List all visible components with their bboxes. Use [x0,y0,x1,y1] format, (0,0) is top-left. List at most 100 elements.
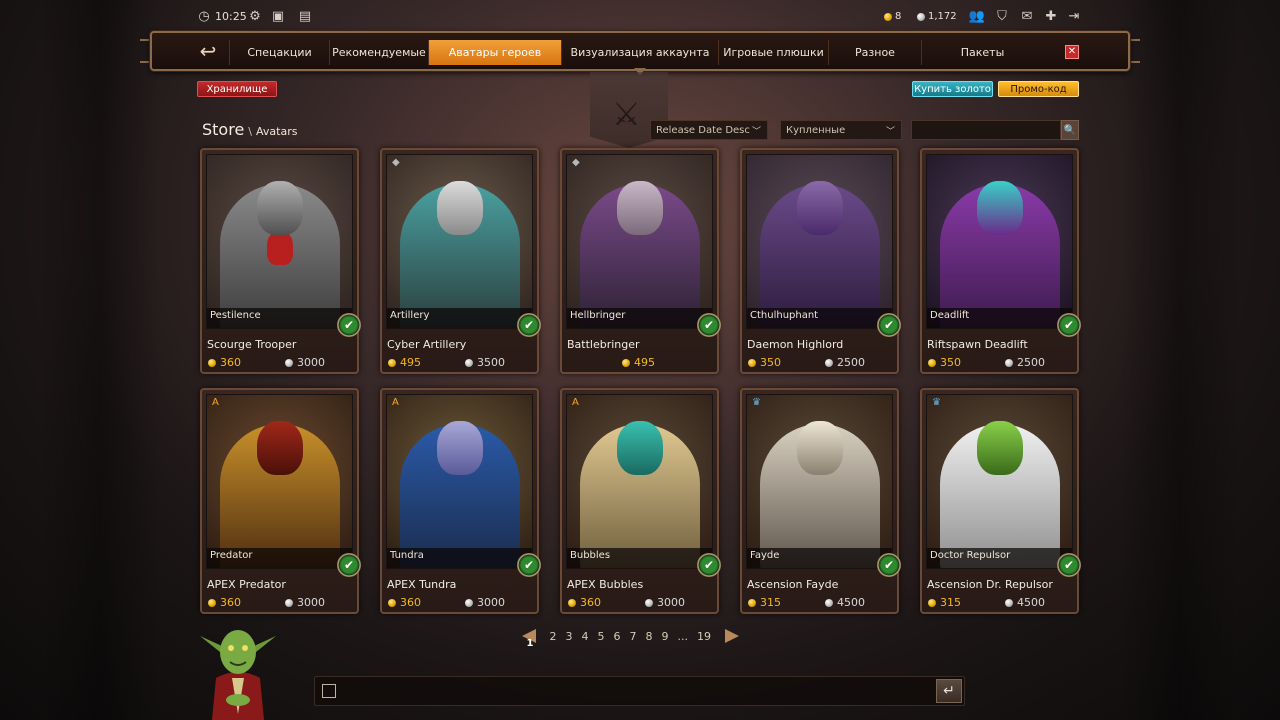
gold-coin-icon [568,598,576,607]
gold-coin-icon [622,358,630,367]
avatar-title: APEX Bubbles [567,578,644,591]
pagination: 1 2 3 4 5 6 7 8 9 ... 19 [522,627,739,649]
avatar-card[interactable]: ♛ Fayde ✔ Ascension Fayde 315 4500 [740,388,901,614]
owned-checkmark-icon: ✔ [1057,553,1081,577]
avatar-card[interactable]: A Bubbles ✔ APEX Bubbles 360 3000 [560,388,721,614]
gold-price: 360 [208,356,241,369]
avatar-card[interactable]: Pestilence ✔ Scourge Trooper 360 3000 [200,148,361,374]
avatar-portrait [566,154,713,329]
page-link[interactable]: 9 [662,630,669,643]
owned-checkmark-icon: ✔ [877,553,901,577]
avatar-card[interactable]: Deadlift ✔ Riftspawn Deadlift 350 2500 [920,148,1081,374]
tab-misc[interactable]: Разное [828,40,921,65]
tab-special-offers[interactable]: Спецакции [229,40,329,65]
background-pillar [1120,0,1240,720]
silver-coin-icon [285,358,293,367]
mail-icon[interactable]: ✉ [1019,9,1035,25]
hero-name: Artillery [390,310,430,321]
tier-icon: ♛ [932,397,941,408]
silver-coin-icon [917,12,925,21]
shield-icon[interactable]: ⛉ [994,9,1010,25]
ownership-filter-dropdown[interactable]: Купленные ﹀ [780,120,902,140]
silver-coin-icon [1005,358,1013,367]
tab-bundles[interactable]: Пакеты [921,40,1043,65]
back-button[interactable]: ↩ [190,40,226,64]
avatar-card[interactable]: ◆ Hellbringer ✔ Battlebringer 495 [560,148,721,374]
chat-input[interactable] [344,680,932,702]
page-ellipsis: ... [677,629,689,643]
silver-price: 4500 [825,596,865,609]
notes-icon[interactable]: ▤ [297,9,313,25]
silver-coin-icon [825,358,833,367]
clock-time: 10:25 [215,10,247,23]
close-button[interactable]: ✕ [1065,45,1079,59]
silver-price: 3000 [465,596,505,609]
hero-name: Tundra [390,550,424,561]
avatar-card[interactable]: A Tundra ✔ APEX Tundra 360 3000 [380,388,541,614]
silver-price: 3500 [465,356,505,369]
chevron-down-icon: ﹀ [751,127,761,137]
ownership-filter-value: Купленные [786,124,846,136]
clock-icon: ◷ [198,9,210,24]
silver-price: 3000 [285,356,325,369]
avatar-card[interactable]: Cthulhuphant ✔ Daemon Highlord 350 2500 [740,148,901,374]
hero-name: Bubbles [570,550,611,561]
silver-coin-icon [645,598,653,607]
friends-icon[interactable]: 👥 [969,9,985,25]
search-icon[interactable]: 🔍 [1061,120,1079,140]
avatar-title: Cyber Artillery [387,338,467,351]
gold-coin-icon [388,358,396,367]
storage-button[interactable]: Хранилище [197,81,277,97]
search-input[interactable] [911,120,1061,140]
tab-account-visuals[interactable]: Визуализация аккаунта [561,40,718,65]
tab-game-perks[interactable]: Игровые плюшки [718,40,828,65]
page-link[interactable]: 4 [582,630,589,643]
avatar-card[interactable]: ♛ Doctor Repulsor ✔ Ascension Dr. Repuls… [920,388,1081,614]
avatar-title: Ascension Fayde [747,578,839,591]
chevron-down-icon: ﹀ [885,127,895,137]
buy-gold-button[interactable]: Купить золото [912,81,993,97]
chat-channel-checkbox[interactable] [322,684,336,698]
next-page-arrow-icon[interactable] [724,629,739,643]
avatar-title: Battlebringer [567,338,640,351]
breadcrumb-store[interactable]: Store [202,120,244,139]
logout-icon[interactable]: ⇥ [1066,9,1082,25]
tab-hero-avatars[interactable]: Аватары героев [428,40,561,65]
page-link[interactable]: 1 [527,638,534,649]
owned-checkmark-icon: ✔ [337,553,361,577]
camera-icon[interactable]: ▣ [270,9,286,25]
owned-checkmark-icon: ✔ [517,313,541,337]
enter-return-icon[interactable]: ↵ [936,679,962,703]
page-link[interactable]: 6 [614,630,621,643]
avatar-card[interactable]: ◆ Artillery ✔ Cyber Artillery 495 3500 [380,148,541,374]
tier-icon: ◆ [392,157,400,168]
silver-price: 3000 [285,596,325,609]
tier-icon: A [212,397,219,408]
silver-price: 2500 [825,356,865,369]
gold-coin-icon [208,598,216,607]
breadcrumb-current: Avatars [256,125,298,138]
tier-icon: A [572,397,579,408]
page-link[interactable]: 19 [697,630,711,643]
gold-price: 350 [928,356,961,369]
breadcrumb: Store \ Avatars [202,120,297,139]
gold-coin-icon [748,598,756,607]
gold-price: 360 [208,596,241,609]
page-link[interactable]: 7 [630,630,637,643]
avatar-card[interactable]: A Predator ✔ APEX Predator 360 3000 [200,388,361,614]
page-link[interactable]: 3 [566,630,573,643]
add-friend-icon[interactable]: ✚ [1043,9,1059,25]
page-link[interactable]: 5 [598,630,605,643]
hero-name: Doctor Repulsor [930,550,1011,561]
page-link[interactable]: 8 [646,630,653,643]
settings-gear-icon[interactable]: ⚙ [247,9,263,25]
page-link[interactable]: 2 [550,630,557,643]
avatar-title: Riftspawn Deadlift [927,338,1028,351]
sort-dropdown[interactable]: Release Date Desc ﹀ [650,120,768,140]
gold-coin-icon [208,358,216,367]
promo-code-button[interactable]: Промо-код [998,81,1079,97]
gold-coin-icon [884,12,892,21]
owned-checkmark-icon: ✔ [517,553,541,577]
tab-featured[interactable]: Рекомендуемые [329,40,428,65]
tier-icon: ♛ [752,397,761,408]
